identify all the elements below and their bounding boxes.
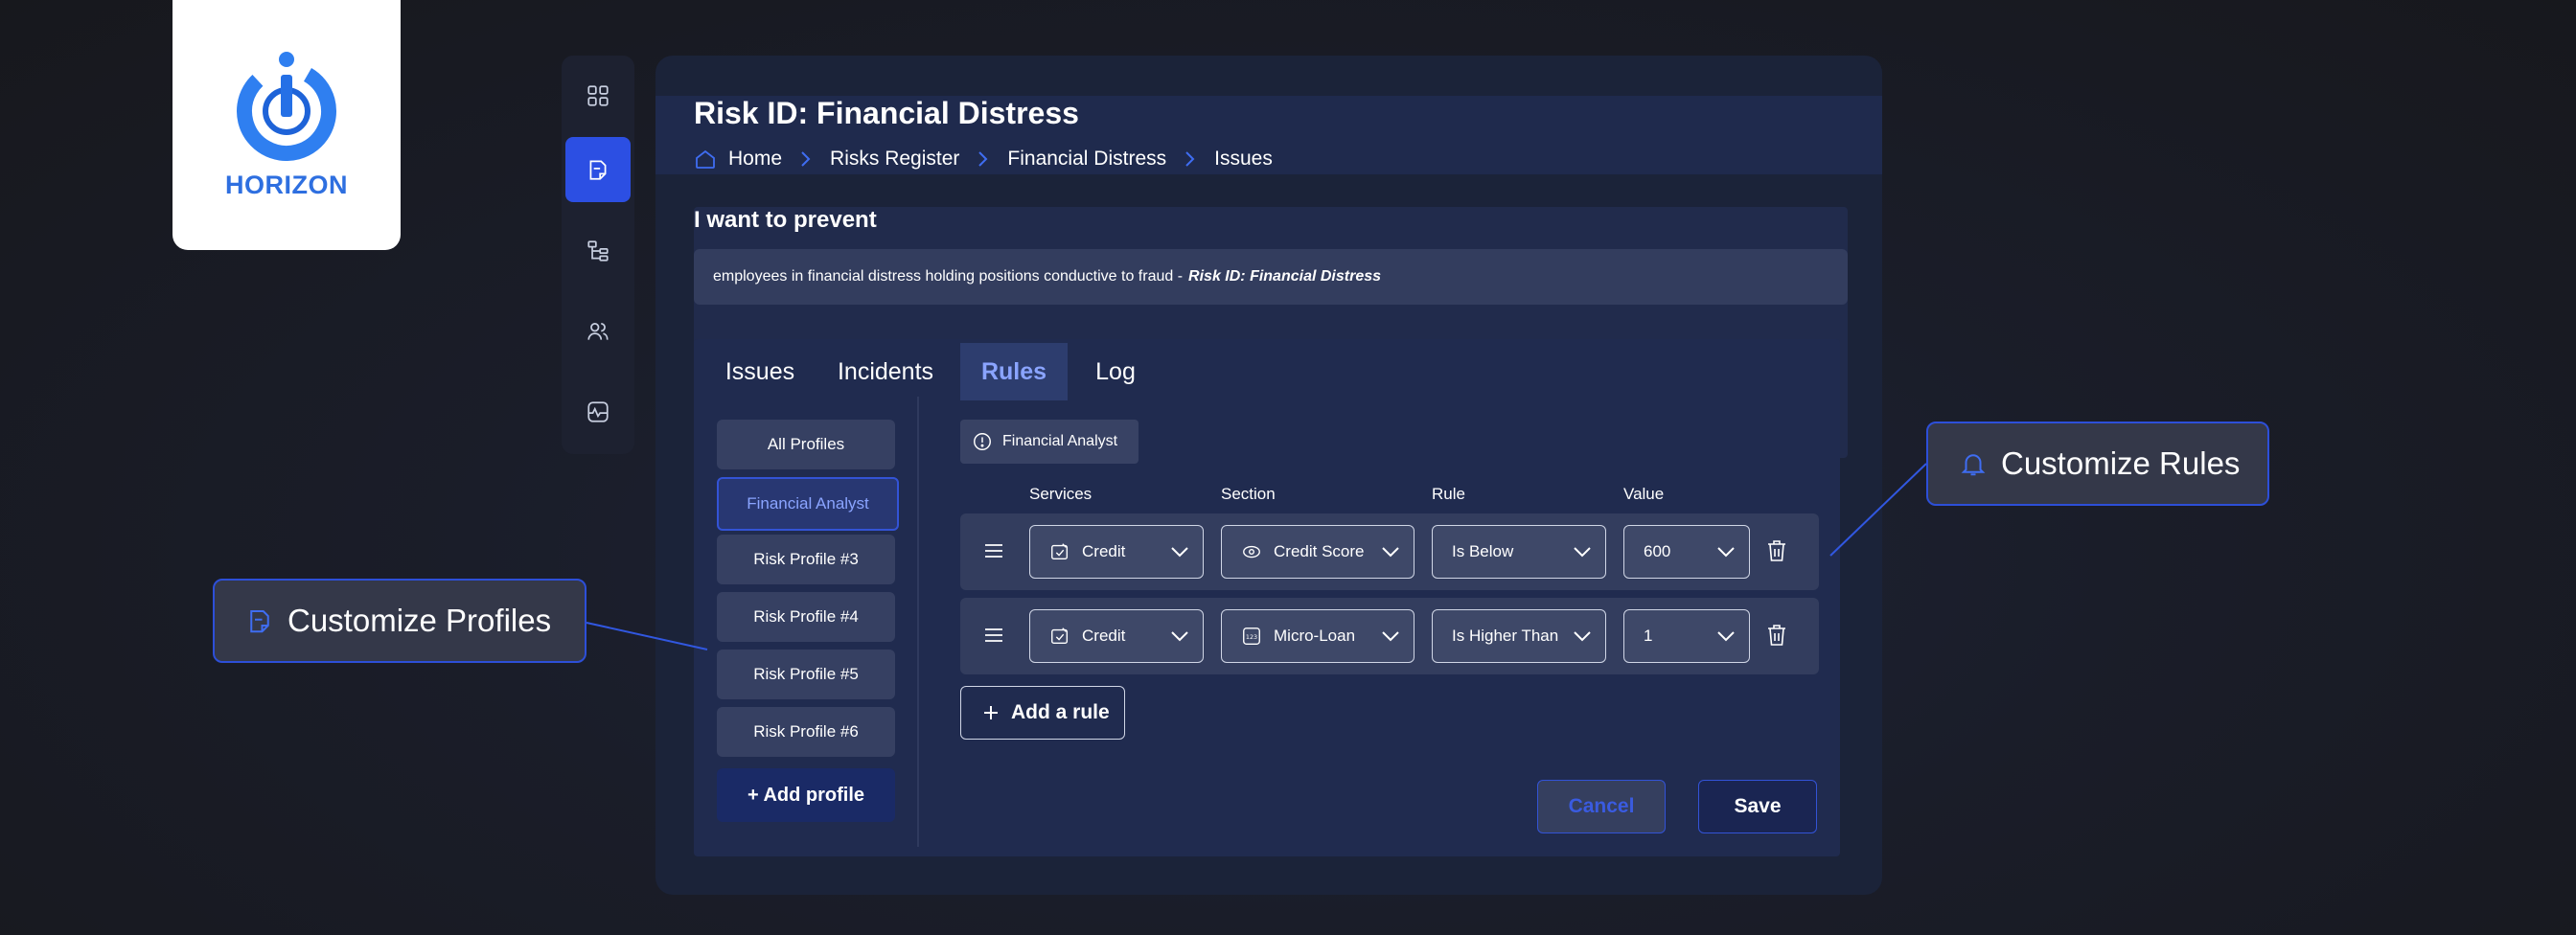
prevent-risk-id: Risk ID: Financial Distress [1188, 268, 1382, 285]
hierarchy-icon [587, 240, 609, 262]
selected-profile-label: Financial Analyst [1002, 433, 1118, 449]
svg-text:123: 123 [1246, 633, 1257, 641]
nav-documents[interactable] [565, 137, 631, 202]
info-icon [974, 433, 991, 450]
nav-hierarchy[interactable] [565, 218, 631, 284]
cancel-button[interactable]: Cancel [1537, 780, 1666, 833]
value-select[interactable]: 600 [1623, 525, 1750, 579]
breadcrumb-issues[interactable]: Issues [1214, 148, 1273, 171]
add-profile-button[interactable]: + Add profile [717, 768, 895, 822]
value-value: 600 [1644, 542, 1671, 560]
breadcrumb-home[interactable]: Home [728, 148, 782, 171]
chevron-down-icon [1382, 547, 1399, 558]
section-value: Micro-Loan [1274, 627, 1356, 645]
home-icon [696, 149, 715, 169]
horizon-logo-icon [236, 48, 337, 161]
value-value: 1 [1644, 627, 1653, 645]
profile-risk-6[interactable]: Risk Profile #6 [717, 707, 895, 757]
column-rule: Rule [1432, 485, 1465, 503]
bell-icon [1961, 454, 1986, 476]
rule-row: Credit Credit Score Is Below 600 [960, 513, 1819, 590]
profile-risk-5[interactable]: Risk Profile #5 [717, 650, 895, 699]
callout-rules-label: Customize Rules [2001, 445, 2241, 481]
chevron-down-icon [1171, 631, 1188, 642]
breadcrumb: Home Risks Register Financial Distress I… [694, 148, 1273, 171]
logo-card: HORIZON [172, 0, 401, 250]
divider [917, 397, 919, 847]
rule-value: Is Higher Than [1452, 627, 1559, 645]
drag-handle-icon[interactable] [983, 625, 1004, 646]
chevron-down-icon [1171, 547, 1188, 558]
monitor-icon [587, 401, 609, 422]
add-rule-label: Add a rule [1011, 701, 1110, 723]
section-select[interactable]: 123 Micro-Loan [1221, 609, 1414, 663]
chevron-down-icon [1717, 631, 1735, 642]
rule-select[interactable]: Is Higher Than [1432, 609, 1606, 663]
profile-all[interactable]: All Profiles [717, 420, 895, 469]
selected-profile-chip: Financial Analyst [960, 420, 1138, 464]
document-icon [250, 610, 269, 633]
drag-handle-icon[interactable] [983, 540, 1004, 561]
chevron-down-icon [1574, 631, 1591, 642]
section-value: Credit Score [1274, 542, 1365, 560]
brand-name: HORIZON [225, 171, 348, 199]
rule-row: Credit 123 Micro-Loan Is Higher Than 1 [960, 598, 1819, 674]
column-services: Services [1029, 485, 1092, 503]
chevron-down-icon [1717, 547, 1735, 558]
service-value: Credit [1082, 627, 1126, 645]
prevent-statement: employees in financial distress holding … [694, 249, 1848, 305]
callout-customize-profiles: Customize Profiles [213, 579, 586, 663]
profile-risk-4[interactable]: Risk Profile #4 [717, 592, 895, 642]
chevron-down-icon [1574, 547, 1591, 558]
tab-issues[interactable]: Issues [717, 343, 803, 400]
breadcrumb-financial-distress[interactable]: Financial Distress [1007, 148, 1166, 171]
section-select[interactable]: Credit Score [1221, 525, 1414, 579]
add-rule-button[interactable]: Add a rule [960, 686, 1125, 740]
tab-rules[interactable]: Rules [960, 343, 1068, 400]
eye-icon [1243, 545, 1260, 559]
nav-monitor[interactable] [565, 379, 631, 445]
page-title: Risk ID: Financial Distress [694, 96, 1079, 130]
nav-dashboard[interactable] [565, 63, 631, 128]
chevron-right-icon [978, 151, 988, 167]
users-icon [587, 323, 609, 340]
breadcrumb-risks-register[interactable]: Risks Register [830, 148, 959, 171]
main-panel: Risk ID: Financial Distress Home Risks R… [656, 56, 1882, 895]
profile-risk-3[interactable]: Risk Profile #3 [717, 535, 895, 584]
chevron-right-icon [1185, 151, 1195, 167]
service-select[interactable]: Credit [1029, 609, 1204, 663]
prevent-text: employees in financial distress holding … [713, 268, 1184, 285]
document-icon [589, 160, 607, 180]
trash-icon[interactable] [1765, 623, 1788, 648]
credit-card-icon [1051, 543, 1069, 560]
icon-nav-rail [562, 56, 634, 454]
chevron-down-icon [1382, 631, 1399, 642]
tab-incidents[interactable]: Incidents [828, 343, 943, 400]
rule-value: Is Below [1452, 542, 1514, 560]
profile-financial-analyst[interactable]: Financial Analyst [717, 477, 899, 531]
nav-users[interactable] [565, 299, 631, 364]
plus-icon [984, 706, 998, 719]
column-section: Section [1221, 485, 1276, 503]
save-button[interactable]: Save [1698, 780, 1817, 833]
service-select[interactable]: Credit [1029, 525, 1204, 579]
service-value: Credit [1082, 542, 1126, 560]
rule-select[interactable]: Is Below [1432, 525, 1606, 579]
column-value: Value [1623, 485, 1665, 503]
dashboard-icon [587, 85, 609, 106]
tab-log[interactable]: Log [1081, 343, 1150, 400]
value-select[interactable]: 1 [1623, 609, 1750, 663]
numbers-icon: 123 [1243, 627, 1260, 645]
prevent-heading: I want to prevent [694, 207, 877, 233]
chevron-right-icon [801, 151, 811, 167]
callout-customize-rules: Customize Rules [1926, 422, 2269, 506]
trash-icon[interactable] [1765, 538, 1788, 563]
callout-profiles-label: Customize Profiles [288, 603, 552, 638]
credit-card-icon [1051, 627, 1069, 645]
